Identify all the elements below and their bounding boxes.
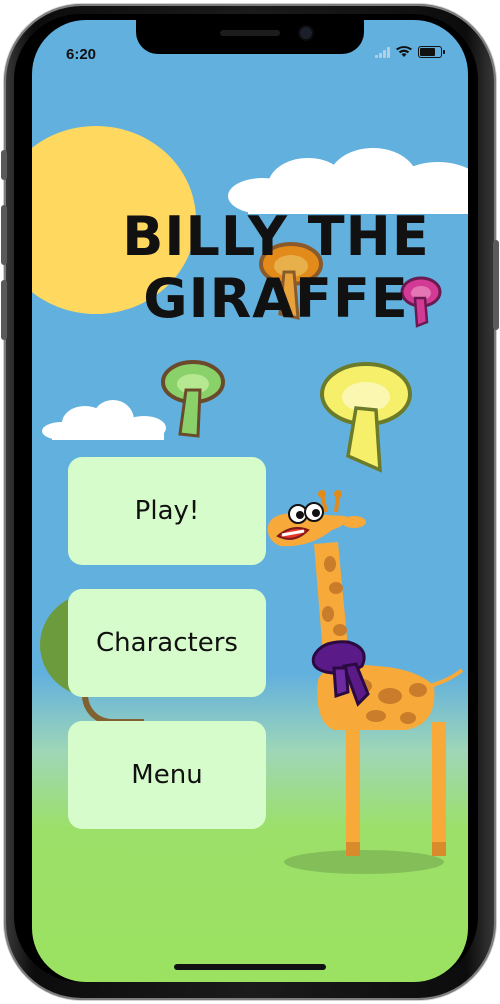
phone-notch (136, 20, 364, 54)
game-title: BILLY THE GIRAFFE (66, 206, 468, 330)
status-time: 6:20 (66, 46, 97, 63)
speaker-grille (220, 30, 280, 36)
play-button-label: Play! (134, 496, 200, 526)
giraffe-character (267, 490, 464, 874)
power-button (493, 240, 499, 330)
characters-button[interactable]: Characters (68, 589, 266, 697)
volume-down-button (1, 280, 7, 340)
silent-switch (1, 150, 7, 180)
volume-up-button (1, 205, 7, 265)
mushroom-icon-green (161, 360, 225, 438)
wifi-icon (396, 46, 412, 57)
home-indicator[interactable] (174, 964, 326, 970)
front-camera (300, 27, 312, 39)
play-button[interactable]: Play! (68, 457, 266, 565)
mushroom-icon-yellow (320, 362, 412, 473)
menu-button[interactable]: Menu (68, 721, 266, 829)
cloud-upper-right (228, 148, 468, 214)
status-icons (375, 46, 445, 58)
cellular-signal-icon (375, 46, 390, 58)
battery-icon (418, 46, 445, 58)
characters-button-label: Characters (96, 628, 238, 658)
cloud-left (42, 400, 166, 440)
game-title-line1: BILLY THE (122, 205, 430, 268)
game-title-line2: GIRAFFE (143, 267, 409, 330)
game-screen: BILLY THE GIRAFFE Play! Characters Menu … (32, 20, 468, 982)
menu-button-label: Menu (131, 760, 203, 790)
